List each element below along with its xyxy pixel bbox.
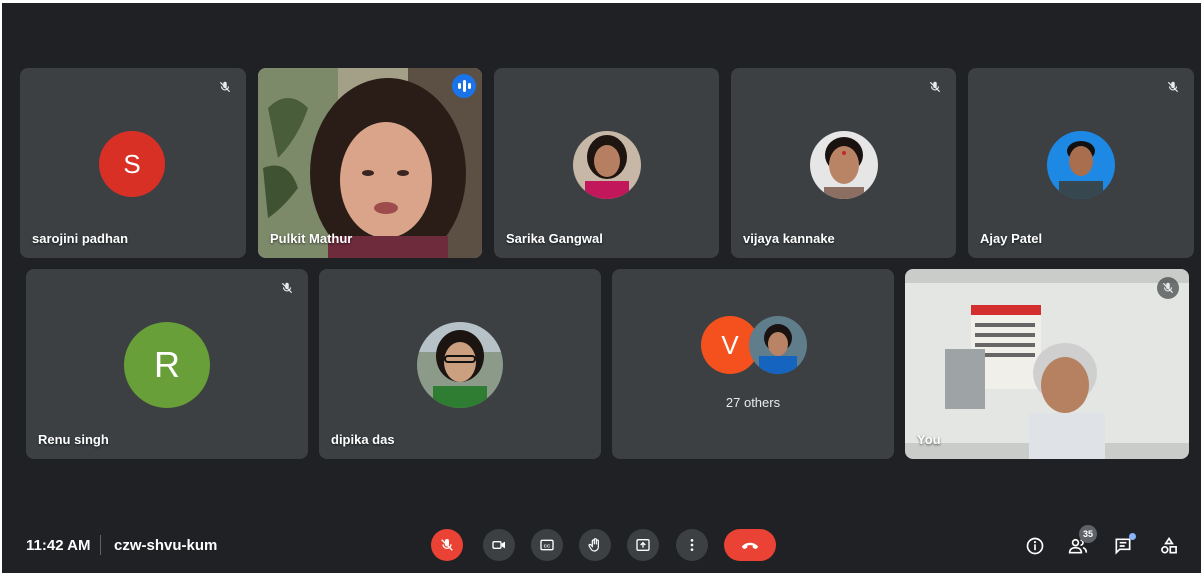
camera-icon [492, 541, 505, 549]
avatar [1047, 131, 1115, 199]
avatar [810, 131, 878, 199]
participant-tile-ajay[interactable]: Ajay Patel [968, 68, 1194, 258]
more-options-button[interactable] [676, 529, 708, 561]
participant-tile-pulkit[interactable]: Pulkit Mathur [258, 68, 482, 258]
present-now-button[interactable] [627, 529, 659, 561]
self-view-tile[interactable]: You [905, 269, 1189, 459]
avatar [417, 322, 503, 408]
mic-off-icon [1162, 76, 1184, 98]
self-video-feed [905, 269, 1189, 459]
participant-name: Sarika Gangwal [506, 231, 603, 246]
avatar [749, 316, 807, 374]
participant-name: Renu singh [38, 432, 109, 447]
mic-off-icon [276, 277, 298, 299]
chat-button[interactable] [1110, 533, 1136, 559]
bottom-bar: 11:42 AM czw-shvu-kum CC 35 [2, 521, 1201, 573]
participant-tile-renu[interactable]: R Renu singh [26, 269, 308, 459]
avatar: S [99, 131, 165, 197]
avatar [573, 131, 641, 199]
camera-toggle-button[interactable] [483, 529, 515, 561]
captions-icon: CC [540, 539, 554, 551]
participant-name: You [917, 432, 941, 447]
more-icon [690, 539, 694, 551]
mic-off-icon [214, 76, 236, 98]
avatar-initial: V [721, 329, 739, 360]
activities-button[interactable] [1156, 533, 1182, 559]
participant-name: Pulkit Mathur [270, 231, 353, 246]
participant-name: vijaya kannake [743, 231, 835, 246]
participant-count-badge: 35 [1079, 525, 1097, 543]
participant-name: dipika das [331, 432, 395, 447]
speaking-indicator-icon [452, 74, 476, 98]
mic-off-icon [924, 76, 946, 98]
present-icon [636, 539, 650, 551]
avatar-initial: S [123, 148, 141, 179]
leave-call-button[interactable] [724, 529, 776, 561]
info-icon [1026, 537, 1044, 555]
raise-hand-button[interactable] [579, 529, 611, 561]
divider [100, 535, 101, 555]
avatar-initial: R [154, 344, 180, 385]
captions-button[interactable]: CC [531, 529, 563, 561]
meeting-time: 11:42 AM [26, 537, 91, 554]
participant-tile-vijaya[interactable]: vijaya kannake [731, 68, 956, 258]
avatar: R [124, 322, 210, 408]
mic-toggle-button[interactable] [431, 529, 463, 561]
participant-tile-sarojini[interactable]: S sarojini padhan [20, 68, 246, 258]
participant-name: sarojini padhan [32, 231, 129, 246]
participants-button[interactable]: 35 [1065, 525, 1097, 559]
svg-text:CC: CC [544, 543, 551, 548]
activities-icon [1161, 536, 1177, 554]
unread-dot [1129, 533, 1136, 540]
participant-tile-sarika[interactable]: Sarika Gangwal [494, 68, 719, 258]
meeting-code: czw-shvu-kum [114, 537, 218, 554]
participant-name: Ajay Patel [980, 231, 1043, 246]
others-tile[interactable]: V 27 others [612, 269, 894, 459]
meeting-details-button[interactable] [1022, 533, 1048, 559]
meeting-stage: S sarojini padhan Pulkit Mathur Sarika G… [2, 3, 1201, 573]
hand-icon [588, 538, 599, 552]
participant-tile-dipika[interactable]: dipika das [319, 269, 601, 459]
mic-off-icon [1157, 277, 1179, 299]
end-call-icon [741, 542, 759, 550]
others-count-label: 27 others [725, 395, 781, 410]
mic-off-icon [441, 539, 453, 551]
video-feed [258, 68, 482, 258]
